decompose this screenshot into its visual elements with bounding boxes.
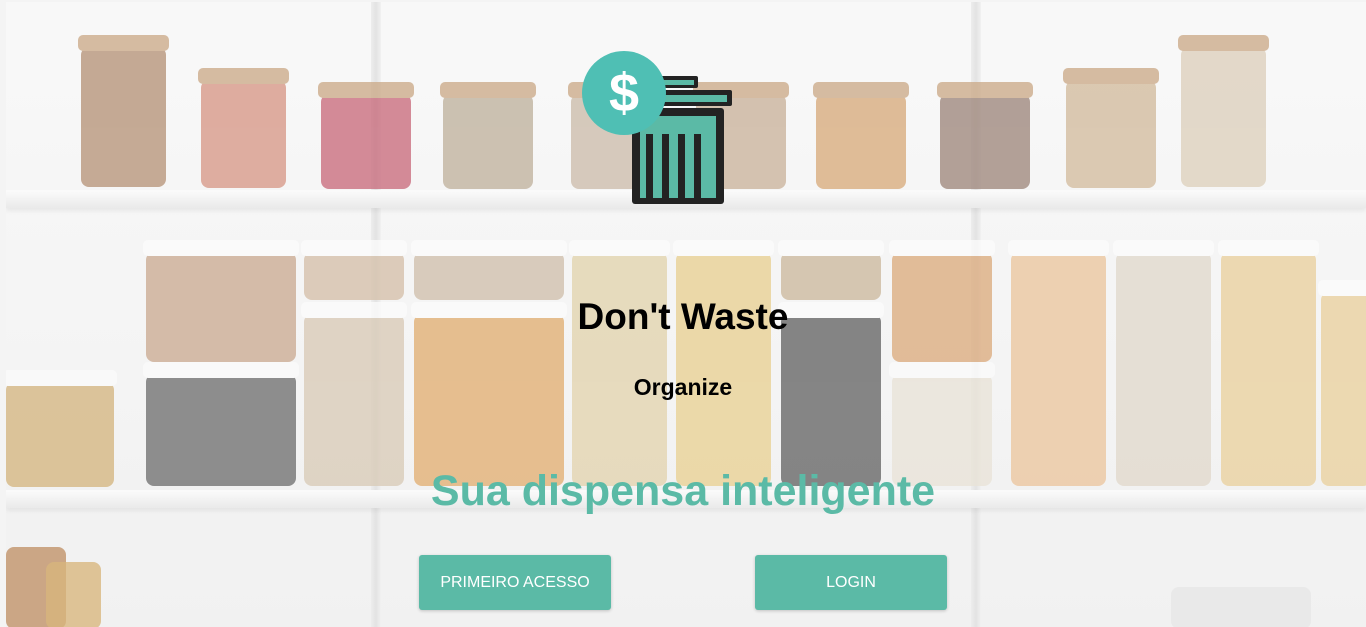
- app-logo: $: [580, 50, 735, 210]
- first-access-button[interactable]: PRIMEIRO ACESSO: [419, 555, 611, 610]
- app-tagline: Sua dispensa inteligente: [430, 467, 936, 515]
- login-button[interactable]: LOGIN: [755, 555, 947, 610]
- app-subtitle: Organize: [633, 374, 733, 400]
- app-title: Don't Waste: [577, 296, 789, 337]
- dollar-icon: $: [608, 63, 640, 123]
